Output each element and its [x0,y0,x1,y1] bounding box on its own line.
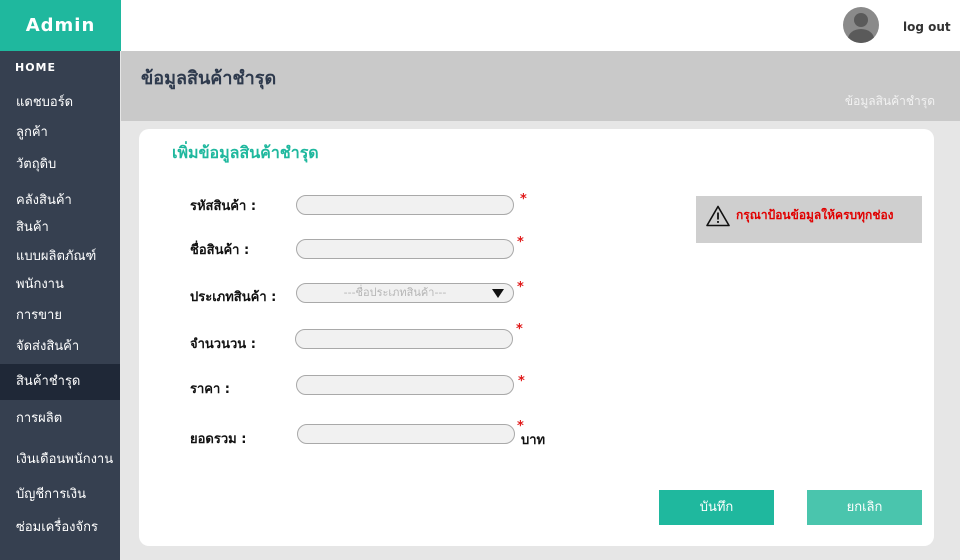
breadcrumb[interactable]: ข้อมูลสินค้าชำรุด [845,92,935,111]
total-unit: บาท [521,433,546,448]
required-mark: * [517,235,524,250]
product-type-label: ประเภทสินค้า : [190,290,277,305]
quantity-label: จำนวนวน : [190,337,256,352]
product-code-input[interactable] [296,195,514,215]
sidebar-item-warehouse[interactable]: คลังสินค้า [0,187,120,215]
avatar[interactable] [843,7,879,43]
quantity-input[interactable] [295,329,513,349]
required-mark: * [516,322,523,337]
form-card [139,129,934,546]
sidebar-item-materials[interactable]: วัตถุดิบ [0,151,120,179]
top-bar [121,0,960,51]
product-type-placeholder: ---ชื่อประเภทสินค้า--- [343,286,447,299]
price-label: ราคา : [190,382,231,397]
required-mark: * [517,280,524,295]
logout-link[interactable]: log out [903,20,951,34]
page-title: ข้อมูลสินค้าชำรุด [141,68,277,89]
sidebar-item-dashboard[interactable]: แดชบอร์ด [0,89,120,117]
sidebar-item-customers[interactable]: ลูกค้า [0,119,120,147]
cancel-button[interactable]: ยกเลิก [807,490,922,525]
dropdown-arrow-icon [492,289,504,298]
product-type-select[interactable]: ---ชื่อประเภทสินค้า--- [296,283,514,303]
price-input[interactable] [296,375,514,395]
sidebar-item-payroll[interactable]: เงินเดือนพนักงาน [0,446,120,474]
avatar-head-icon [854,13,868,27]
total-label: ยอดรวม : [190,432,247,447]
required-mark: * [518,374,525,389]
sidebar-item-products[interactable]: สินค้า [0,214,120,242]
sidebar-home[interactable]: HOME [15,61,56,74]
product-name-label: ชื่อสินค้า : [190,243,250,258]
sidebar-item-production[interactable]: การผลิต [0,405,120,433]
sidebar-item-sales[interactable]: การขาย [0,302,120,330]
sidebar-item-accounting[interactable]: บัญชีการเงิน [0,481,120,509]
sidebar-item-product-designs[interactable]: แบบผลิตภัณฑ์ [0,243,120,271]
product-name-input[interactable] [296,239,514,259]
form-title: เพิ่มข้อมูลสินค้าชำรุด [172,143,319,162]
required-mark: * [520,192,527,207]
brand-logo: Admin [0,0,121,51]
sidebar: HOME แดชบอร์ด ลูกค้า วัตถุดิบ คลังสินค้า… [0,51,120,560]
validation-alert: กรุณาป้อนข้อมูลให้ครบทุกช่อง [696,196,922,243]
sidebar-item-employees[interactable]: พนักงาน [0,271,120,299]
sidebar-item-damaged-products[interactable]: สินค้าชำรุด [0,364,120,400]
sidebar-item-machine-repair[interactable]: ซ่อมเครื่องจักร [0,514,120,542]
save-button[interactable]: บันทึก [659,490,774,525]
total-input[interactable] [297,424,515,444]
alert-message: กรุณาป้อนข้อมูลให้ครบทุกช่อง [736,208,894,222]
sidebar-item-shipping[interactable]: จัดส่งสินค้า [0,333,120,361]
warning-icon [706,205,730,227]
avatar-body-icon [848,29,874,43]
product-code-label: รหัสสินค้า : [190,199,257,214]
